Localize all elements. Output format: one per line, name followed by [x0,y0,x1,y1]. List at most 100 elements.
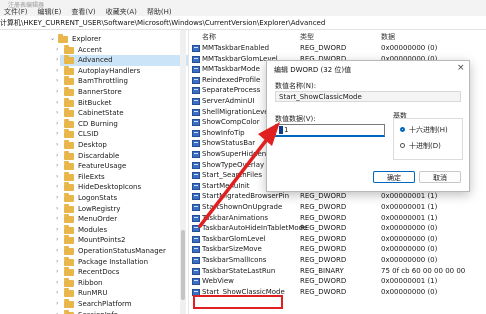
chevron-right-icon[interactable]: › [56,214,62,225]
value-data-input[interactable]: 1 [275,124,385,137]
chevron-right-icon[interactable]: › [56,55,62,66]
chevron-right-icon[interactable]: › [56,246,62,257]
tree-item[interactable]: › BannerStore [0,87,188,98]
value-data: 0x00000000 (0) [381,234,438,243]
tree-item[interactable]: › Discardable [0,150,188,162]
chevron-right-icon[interactable]: › [56,257,62,268]
tree-item[interactable]: › HideDesktopIcons [0,182,188,193]
folder-icon [64,277,74,287]
value-row[interactable]: TaskbarAnimations REG_DWORD 0x00000001 (1) [189,213,486,224]
value-name: ServerAdminUI [202,97,255,105]
tree-scrollbar-thumb[interactable] [181,230,185,300]
folder-icon [64,97,74,107]
address-bar[interactable]: 计算机\HKEY_CURRENT_USER\Software\Microsoft… [0,17,486,30]
chevron-right-icon[interactable]: › [56,193,62,204]
value-row[interactable]: WebView REG_DWORD 0x00000001 (1) [189,276,486,287]
chevron-right-icon[interactable]: › [56,87,62,98]
tree-item-label: Package Installation [78,257,149,266]
chevron-right-icon[interactable]: › [56,98,62,109]
chevron-right-icon[interactable]: › [56,129,62,140]
value-row[interactable]: TaskbarSizeMove REG_DWORD 0x00000000 (0) [189,244,486,255]
value-row[interactable]: StartMigratedBrowserPin REG_DWORD 0x000000… [189,191,486,202]
column-header-name[interactable]: 名称 [202,32,216,42]
folder-icon [64,87,74,96]
menu-help[interactable]: 帮助(H) [147,7,172,17]
tree-item[interactable]: › CD Burning [0,118,188,130]
base-group: 十六进制(H) 十进制(D) [393,118,463,160]
tree-item[interactable]: › LogonStats [0,193,188,204]
column-header-type[interactable]: 类型 [300,32,314,42]
column-header-data[interactable]: 数据 [381,32,395,42]
chevron-right-icon[interactable]: › [56,140,62,151]
chevron-right-icon[interactable]: › [56,45,62,56]
tree-item[interactable]: › BamThrottling [0,76,188,87]
tree-item-label: AutoplayHandlers [78,66,141,75]
chevron-right-icon[interactable]: › [56,278,62,289]
value-data: 0x00000001 (1) [381,192,438,201]
close-icon[interactable]: × [457,63,465,73]
tree-item[interactable]: › Package Installation [0,256,188,268]
tree-item[interactable]: › RunMRU [0,288,188,299]
chevron-right-icon[interactable]: › [56,119,62,130]
tree-item[interactable]: ⌄ Explorer [0,34,188,45]
value-row[interactable]: TaskbarSmallIcons REG_DWORD 0x00000000 (0) [189,255,486,266]
tree-item[interactable]: › CabinetState [0,108,188,119]
tree-item[interactable]: › AutoplayHandlers [0,65,188,77]
chevron-right-icon[interactable]: › [56,161,62,172]
tree-scrollbar[interactable] [180,30,186,314]
decimal-radio[interactable] [400,143,405,148]
folder-icon [64,44,74,54]
chevron-right-icon[interactable]: › [56,310,62,314]
cancel-button[interactable]: 取消 [419,171,461,183]
menu-view[interactable]: 查看(V) [71,7,95,17]
chevron-right-icon[interactable]: › [56,108,62,119]
tree-item[interactable]: › RecentDocs [0,267,188,278]
chevron-right-icon[interactable]: › [56,182,62,193]
hex-radio[interactable] [400,127,405,132]
tree-item[interactable]: › Ribbon [0,277,188,289]
registry-value-icon [192,214,200,222]
tree-item[interactable]: › FeatureUsage [0,161,188,172]
value-name: MMTaskbarEnabled [202,44,270,52]
chevron-right-icon[interactable]: › [56,172,62,183]
tree-item[interactable]: › MountPoints2 [0,235,188,246]
chevron-right-icon[interactable]: › [56,299,62,310]
tree-item[interactable]: › FileExts [0,171,188,183]
decimal-label[interactable]: 十进制(D) [409,141,441,151]
value-data: 0x00000000 (0) [381,287,438,296]
tree-item[interactable]: › Modules [0,224,188,236]
tree-item[interactable]: › SessionInfo [0,309,188,314]
menu-file[interactable]: 文件(F) [4,7,28,17]
chevron-right-icon[interactable]: › [56,66,62,77]
value-name: ShowTypeOverlay [202,160,265,169]
tree-item[interactable]: › Accent [0,44,188,56]
tree-item-label: LowRegistry [78,204,121,213]
chevron-down-icon[interactable]: ⌄ [50,34,56,45]
menu-bar: 注册表编辑器 文件(F) 编辑(E) 查看(V) 收藏夹(A) 帮助(H) [0,0,486,16]
tree-item[interactable]: › Advanced [56,55,188,66]
chevron-right-icon[interactable]: › [56,288,62,299]
chevron-right-icon[interactable]: › [56,225,62,236]
ok-button[interactable]: 确定 [373,171,415,183]
tree-item[interactable]: › Desktop [0,140,188,151]
menu-favorites[interactable]: 收藏夹(A) [106,7,137,17]
chevron-right-icon[interactable]: › [56,76,62,87]
value-row[interactable]: TaskbarStateLastRun REG_BINARY 75 0f cb 60… [189,266,486,277]
tree-item[interactable]: › OperationStatusManager [0,246,188,257]
chevron-right-icon[interactable]: › [56,204,62,215]
chevron-right-icon[interactable]: › [56,151,62,162]
menu-edit[interactable]: 编辑(E) [38,7,62,17]
value-row[interactable]: TaskbarGlomLevel REG_DWORD 0x00000000 (0) [189,234,486,245]
chevron-right-icon[interactable]: › [56,267,62,278]
tree-item[interactable]: › CLSID [0,129,188,140]
value-row[interactable]: MMTaskbarEnabled REG_DWORD 0x00000000 (0) [189,43,486,54]
value-row[interactable]: TaskbarAutoHideInTabletMode REG_DWORD 0x00… [189,223,486,234]
tree-item[interactable]: › LowRegistry [0,203,188,215]
tree-item[interactable]: › BitBucket [0,97,188,109]
tree-item[interactable]: › MenuOrder [0,214,188,225]
tree-item[interactable]: › SearchPlatform [0,299,188,310]
hex-label[interactable]: 十六进制(H) [409,125,448,135]
chevron-right-icon[interactable]: › [56,235,62,246]
value-row[interactable]: StartShownOnUpgrade REG_DWORD 0x00000001 (… [189,202,486,213]
tree-item-label: RecentDocs [78,268,120,277]
